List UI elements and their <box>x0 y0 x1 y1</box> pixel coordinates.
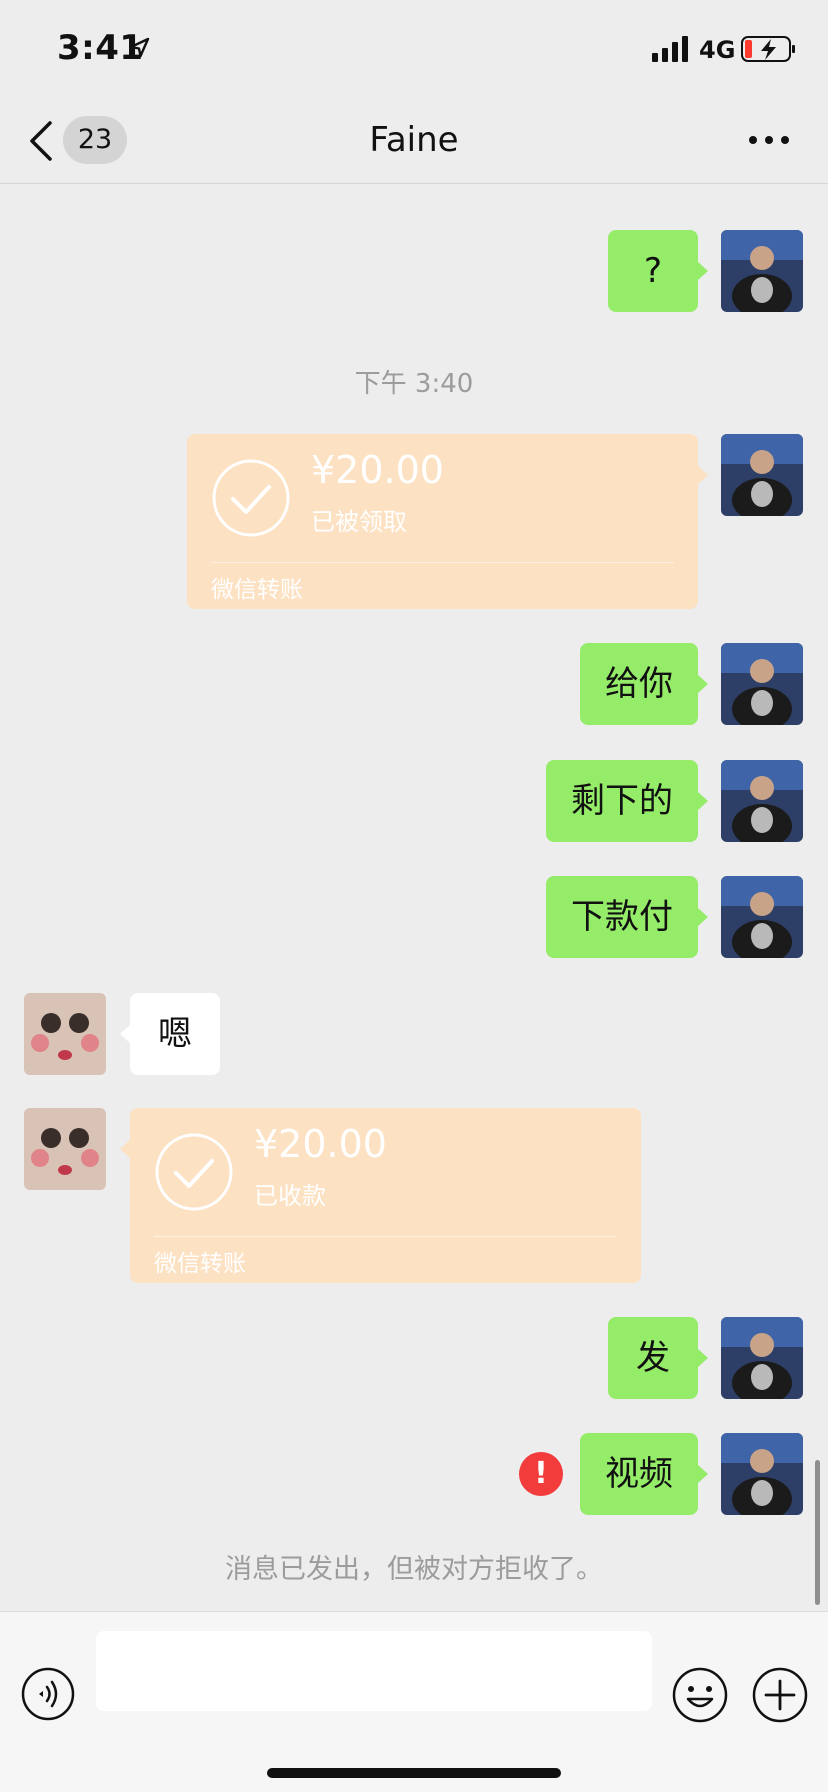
voice-icon[interactable] <box>21 1667 75 1721</box>
message-bubble-received[interactable]: 嗯 <box>130 993 220 1075</box>
message-input[interactable] <box>96 1631 652 1711</box>
ellipsis-icon[interactable] <box>748 128 790 152</box>
bubble-tail <box>698 466 708 484</box>
transfer-state: 已收款 <box>254 1182 326 1210</box>
input-bar <box>0 1611 828 1792</box>
avatar-self[interactable] <box>721 643 803 725</box>
home-indicator <box>267 1768 561 1778</box>
avatar-self[interactable] <box>721 230 803 312</box>
location-arrow-icon <box>129 37 150 58</box>
transfer-label: 微信转账 <box>154 1251 246 1277</box>
plus-icon[interactable] <box>752 1667 808 1723</box>
network-type: 4G <box>699 36 736 64</box>
bubble-tail <box>698 1349 708 1367</box>
transfer-divider <box>154 1236 617 1237</box>
avatar-self[interactable] <box>721 434 803 516</box>
transfer-divider <box>211 562 674 563</box>
avatar-self[interactable] <box>721 1433 803 1515</box>
message-bubble[interactable]: 下款付 <box>546 876 698 958</box>
message-bubble[interactable]: 发 <box>608 1317 698 1399</box>
transfer-label: 微信转账 <box>211 577 303 603</box>
transfer-card-sent[interactable]: ¥20.00 已被领取 微信转账 <box>187 434 698 609</box>
transfer-card-received[interactable]: ¥20.00 已收款 微信转账 <box>130 1108 641 1283</box>
cellular-signal-icon <box>652 36 688 62</box>
emoji-icon[interactable] <box>672 1667 728 1723</box>
message-bubble[interactable]: 剩下的 <box>546 760 698 842</box>
status-bar: 3:41 4G <box>0 0 828 100</box>
bubble-tail <box>120 1025 130 1043</box>
rejected-notice: 消息已发出，但被对方拒收了。 <box>225 1554 603 1585</box>
message-bubble[interactable]: ? <box>608 230 698 312</box>
battery-charging-icon <box>741 36 795 62</box>
check-circle-icon <box>155 1133 233 1211</box>
chat-screen: 3:41 4G 23 Faine ? 下午 3:40 ¥20.00 已被领取 微… <box>0 0 828 1792</box>
bubble-tail <box>698 675 708 693</box>
transfer-amount: ¥20.00 <box>254 1122 387 1166</box>
chat-title: Faine <box>369 120 459 160</box>
message-bubble[interactable]: 视频 <box>580 1433 698 1515</box>
bubble-tail <box>698 908 708 926</box>
bubble-tail <box>120 1140 130 1158</box>
message-bubble[interactable]: 给你 <box>580 643 698 725</box>
transfer-state: 已被领取 <box>311 508 407 536</box>
avatar-contact[interactable] <box>24 1108 106 1190</box>
avatar-self[interactable] <box>721 760 803 842</box>
avatar-contact[interactable] <box>24 993 106 1075</box>
send-failed-icon[interactable]: ! <box>519 1452 563 1496</box>
nav-bar: 23 Faine <box>0 100 828 184</box>
avatar-self[interactable] <box>721 876 803 958</box>
bubble-tail <box>698 792 708 810</box>
message-timestamp: 下午 3:40 <box>354 369 474 399</box>
check-circle-icon <box>212 459 290 537</box>
message-list[interactable]: ? 下午 3:40 ¥20.00 已被领取 微信转账 给你 剩下的 下款付 嗯 … <box>0 185 828 1611</box>
bubble-tail <box>698 262 708 280</box>
transfer-amount: ¥20.00 <box>311 448 444 492</box>
avatar-self[interactable] <box>721 1317 803 1399</box>
bubble-tail <box>698 1465 708 1483</box>
scrollbar[interactable] <box>815 1460 820 1605</box>
